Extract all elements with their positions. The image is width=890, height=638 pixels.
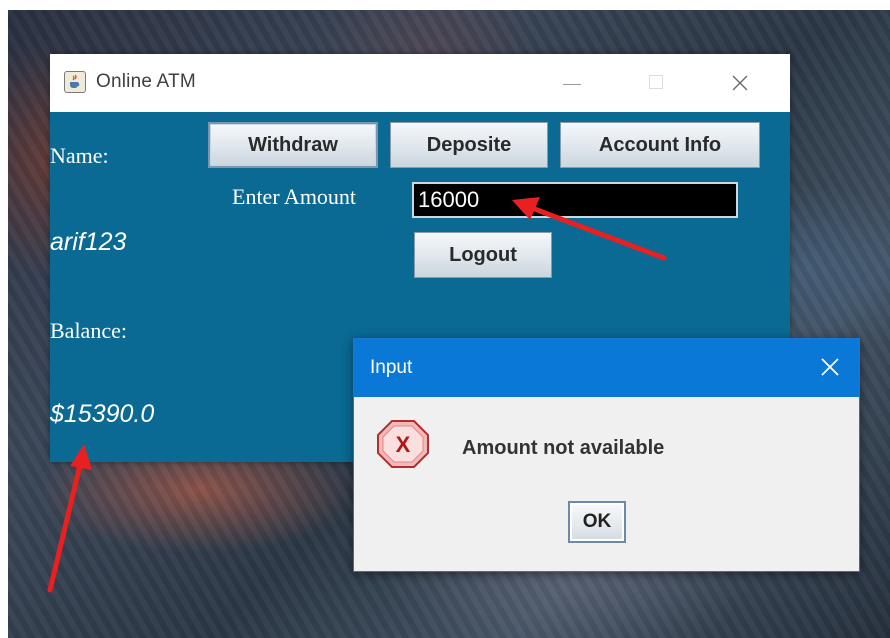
atm-titlebar[interactable]: Online ATM <box>50 54 790 112</box>
close-icon[interactable] <box>720 68 760 98</box>
input-dialog: Input X Amount not available OK <box>353 338 860 572</box>
svg-text:X: X <box>396 432 411 457</box>
dialog-title: Input <box>370 357 413 378</box>
withdraw-button[interactable]: Withdraw <box>208 122 378 168</box>
dialog-titlebar[interactable]: Input <box>354 339 859 397</box>
dialog-close-icon[interactable] <box>810 349 850 385</box>
balance-value: $15390.0 <box>50 400 155 428</box>
amount-input[interactable] <box>412 182 738 218</box>
ok-button[interactable]: OK <box>568 501 626 543</box>
dialog-message: Amount not available <box>462 437 665 459</box>
deposit-button[interactable]: Deposite <box>390 122 548 168</box>
minimize-icon[interactable] <box>552 68 592 98</box>
window-title: Online ATM <box>96 71 196 92</box>
error-icon: X <box>376 419 430 474</box>
name-label: Name: <box>50 143 109 168</box>
name-value: arif123 <box>50 228 127 256</box>
maximize-icon[interactable] <box>636 68 676 98</box>
java-cup-icon <box>64 71 86 93</box>
enter-amount-label: Enter Amount <box>232 184 357 209</box>
logout-button[interactable]: Logout <box>414 232 552 278</box>
account-info-button[interactable]: Account Info <box>560 122 760 168</box>
balance-label: Balance: <box>50 318 127 343</box>
